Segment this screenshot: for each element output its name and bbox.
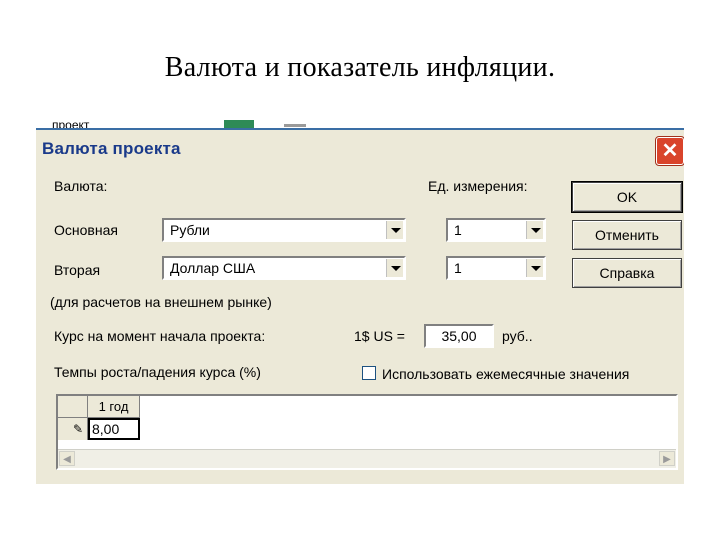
secondary-unit-value: 1 — [454, 260, 462, 276]
exchange-rate-input[interactable]: 35,00 — [424, 324, 494, 348]
horizontal-scrollbar[interactable]: ◀ ▶ — [58, 449, 676, 468]
monthly-values-checkbox[interactable] — [362, 366, 376, 380]
grid-column-header[interactable]: 1 год — [88, 396, 140, 418]
primary-currency-select[interactable]: Рубли — [162, 218, 406, 242]
growth-rate-grid: 1 год ✎ 8,00 ◀ ▶ — [56, 394, 678, 470]
background-divider — [284, 124, 306, 127]
cancel-button[interactable]: Отменить — [572, 220, 682, 250]
scroll-left-icon[interactable]: ◀ — [59, 451, 75, 466]
secondary-unit-select[interactable]: 1 — [446, 256, 546, 280]
growth-rate-cell[interactable]: 8,00 — [88, 418, 140, 440]
scroll-right-icon[interactable]: ▶ — [659, 451, 675, 466]
grid-corner — [58, 396, 88, 418]
chevron-down-icon[interactable] — [526, 259, 543, 277]
growth-label: Темпы роста/падения курса (%) — [54, 364, 261, 380]
ok-button[interactable]: OK — [571, 181, 683, 213]
grid-row-header[interactable]: ✎ — [58, 418, 88, 440]
rate-label: Курс на момент начала проекта: — [54, 328, 266, 344]
foreign-market-note: (для расчетов на внешнем рынке) — [50, 294, 272, 310]
currency-label: Валюта: — [54, 178, 108, 194]
dialog-titlebar[interactable]: Валюта проекта ✕ — [36, 130, 684, 166]
primary-unit-value: 1 — [454, 222, 462, 238]
pencil-icon: ✎ — [72, 422, 83, 436]
rate-prefix: 1$ US = — [354, 328, 405, 344]
secondary-currency-label: Вторая — [54, 262, 101, 278]
unit-label: Ед. измерения: — [428, 178, 528, 194]
secondary-currency-select[interactable]: Доллар США — [162, 256, 406, 280]
help-button[interactable]: Справка — [572, 258, 682, 288]
chevron-down-icon[interactable] — [386, 259, 403, 277]
dialog-title: Валюта проекта — [42, 139, 181, 158]
close-icon: ✕ — [661, 140, 679, 162]
rate-suffix: руб.. — [502, 328, 533, 344]
primary-unit-select[interactable]: 1 — [446, 218, 546, 242]
chevron-down-icon[interactable] — [526, 221, 543, 239]
monthly-values-label[interactable]: Использовать ежемесячные значения — [382, 366, 629, 382]
close-button[interactable]: ✕ — [655, 136, 684, 166]
primary-currency-value: Рубли — [170, 222, 210, 238]
chevron-down-icon[interactable] — [386, 221, 403, 239]
currency-dialog: Валюта проекта ✕ Валюта: Ед. измерения: … — [36, 128, 684, 484]
primary-currency-label: Основная — [54, 222, 118, 238]
secondary-currency-value: Доллар США — [170, 260, 256, 276]
slide-title: Валюта и показатель инфляции. — [164, 52, 556, 83]
